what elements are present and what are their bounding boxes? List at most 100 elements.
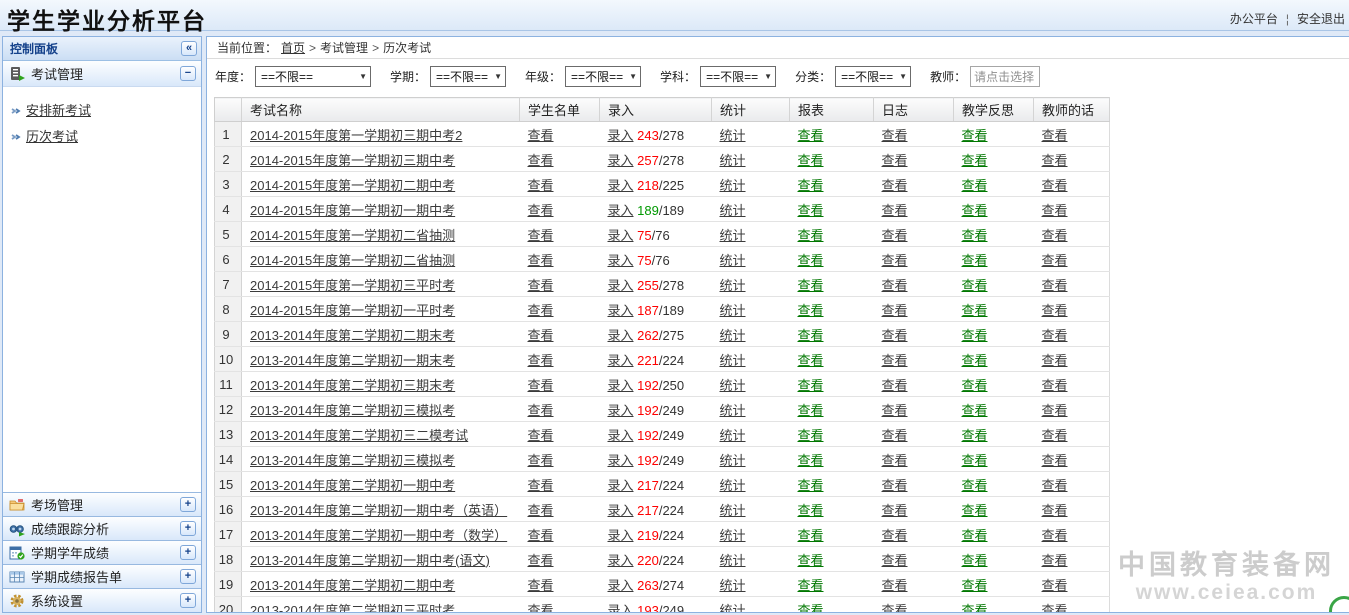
- log-view-link[interactable]: 查看: [882, 378, 908, 393]
- report-view-link[interactable]: 查看: [798, 403, 824, 418]
- collapse-section-button[interactable]: −: [180, 66, 196, 81]
- exam-name-link[interactable]: 2013-2014年度第二学期初三模拟考: [250, 453, 455, 468]
- report-view-link[interactable]: 查看: [798, 328, 824, 343]
- stats-link[interactable]: 统计: [720, 278, 746, 293]
- entry-link[interactable]: 录入: [608, 253, 634, 268]
- entry-link[interactable]: 录入: [608, 378, 634, 393]
- student-list-view-link[interactable]: 查看: [528, 228, 554, 243]
- log-view-link[interactable]: 查看: [882, 253, 908, 268]
- entry-link[interactable]: 录入: [608, 403, 634, 418]
- teacher-picker-input[interactable]: [970, 66, 1040, 87]
- log-view-link[interactable]: 查看: [882, 228, 908, 243]
- entry-link[interactable]: 录入: [608, 578, 634, 593]
- teacher-words-view-link[interactable]: 查看: [1042, 128, 1068, 143]
- stats-link[interactable]: 统计: [720, 403, 746, 418]
- expand-section-button[interactable]: +: [180, 521, 196, 536]
- log-view-link[interactable]: 查看: [882, 578, 908, 593]
- log-view-link[interactable]: 查看: [882, 503, 908, 518]
- logout-link[interactable]: 安全退出: [1297, 12, 1345, 26]
- sidebar-item-label[interactable]: 安排新考试: [26, 100, 91, 119]
- teacher-words-view-link[interactable]: 查看: [1042, 478, 1068, 493]
- stats-link[interactable]: 统计: [720, 503, 746, 518]
- sidebar-item-label[interactable]: 历次考试: [26, 126, 78, 145]
- report-view-link[interactable]: 查看: [798, 128, 824, 143]
- teacher-words-view-link[interactable]: 查看: [1042, 303, 1068, 318]
- student-list-view-link[interactable]: 查看: [528, 578, 554, 593]
- stats-link[interactable]: 统计: [720, 353, 746, 368]
- subject-select[interactable]: ==不限== ▼: [700, 66, 776, 87]
- report-view-link[interactable]: 查看: [798, 228, 824, 243]
- student-list-view-link[interactable]: 查看: [528, 453, 554, 468]
- expand-section-button[interactable]: +: [180, 545, 196, 560]
- reflection-view-link[interactable]: 查看: [962, 253, 988, 268]
- reflection-view-link[interactable]: 查看: [962, 228, 988, 243]
- report-view-link[interactable]: 查看: [798, 203, 824, 218]
- term-select[interactable]: ==不限== ▼: [430, 66, 506, 87]
- grade-select[interactable]: ==不限== ▼: [565, 66, 641, 87]
- exam-name-link[interactable]: 2013-2014年度第二学期初一期中考（数学）: [250, 528, 507, 543]
- log-view-link[interactable]: 查看: [882, 453, 908, 468]
- student-list-view-link[interactable]: 查看: [528, 253, 554, 268]
- exam-name-link[interactable]: 2013-2014年度第二学期初一期末考: [250, 353, 455, 368]
- sidebar-section-system-settings[interactable]: 系统设置 +: [3, 588, 201, 612]
- exam-name-link[interactable]: 2013-2014年度第二学期初二期末考: [250, 328, 455, 343]
- stats-link[interactable]: 统计: [720, 528, 746, 543]
- log-view-link[interactable]: 查看: [882, 153, 908, 168]
- log-view-link[interactable]: 查看: [882, 203, 908, 218]
- reflection-view-link[interactable]: 查看: [962, 278, 988, 293]
- sidebar-section-exam-management[interactable]: 考试管理 −: [3, 61, 201, 87]
- teacher-words-view-link[interactable]: 查看: [1042, 178, 1068, 193]
- report-view-link[interactable]: 查看: [798, 378, 824, 393]
- report-view-link[interactable]: 查看: [798, 578, 824, 593]
- teacher-words-view-link[interactable]: 查看: [1042, 553, 1068, 568]
- exam-name-link[interactable]: 2013-2014年度第二学期初一期中考(语文): [250, 553, 490, 568]
- log-view-link[interactable]: 查看: [882, 328, 908, 343]
- student-list-view-link[interactable]: 查看: [528, 428, 554, 443]
- stats-link[interactable]: 统计: [720, 303, 746, 318]
- reflection-view-link[interactable]: 查看: [962, 428, 988, 443]
- entry-link[interactable]: 录入: [608, 453, 634, 468]
- report-view-link[interactable]: 查看: [798, 503, 824, 518]
- category-select[interactable]: ==不限== ▼: [835, 66, 911, 87]
- report-view-link[interactable]: 查看: [798, 178, 824, 193]
- student-list-view-link[interactable]: 查看: [528, 603, 554, 614]
- log-view-link[interactable]: 查看: [882, 178, 908, 193]
- sidebar-section-exam-room-management[interactable]: 考场管理 +: [3, 492, 201, 516]
- stats-link[interactable]: 统计: [720, 328, 746, 343]
- student-list-view-link[interactable]: 查看: [528, 203, 554, 218]
- teacher-words-view-link[interactable]: 查看: [1042, 278, 1068, 293]
- log-view-link[interactable]: 查看: [882, 478, 908, 493]
- report-view-link[interactable]: 查看: [798, 478, 824, 493]
- report-view-link[interactable]: 查看: [798, 153, 824, 168]
- student-list-view-link[interactable]: 查看: [528, 553, 554, 568]
- student-list-view-link[interactable]: 查看: [528, 353, 554, 368]
- reflection-view-link[interactable]: 查看: [962, 328, 988, 343]
- log-view-link[interactable]: 查看: [882, 303, 908, 318]
- stats-link[interactable]: 统计: [720, 453, 746, 468]
- year-select[interactable]: ==不限== ▼: [255, 66, 371, 87]
- entry-link[interactable]: 录入: [608, 303, 634, 318]
- student-list-view-link[interactable]: 查看: [528, 128, 554, 143]
- reflection-view-link[interactable]: 查看: [962, 453, 988, 468]
- exam-name-link[interactable]: 2014-2015年度第一学期初二省抽测: [250, 253, 455, 268]
- entry-link[interactable]: 录入: [608, 153, 634, 168]
- entry-link[interactable]: 录入: [608, 503, 634, 518]
- report-view-link[interactable]: 查看: [798, 553, 824, 568]
- sidebar-item-schedule-new-exam[interactable]: 安排新考试: [11, 96, 201, 122]
- stats-link[interactable]: 统计: [720, 378, 746, 393]
- exam-name-link[interactable]: 2013-2014年度第二学期初一期中考（英语）: [250, 503, 507, 518]
- reflection-view-link[interactable]: 查看: [962, 503, 988, 518]
- entry-link[interactable]: 录入: [608, 553, 634, 568]
- reflection-view-link[interactable]: 查看: [962, 178, 988, 193]
- student-list-view-link[interactable]: 查看: [528, 478, 554, 493]
- entry-link[interactable]: 录入: [608, 328, 634, 343]
- log-view-link[interactable]: 查看: [882, 603, 908, 614]
- sidebar-section-term-report-card[interactable]: 学期成绩报告单 +: [3, 564, 201, 588]
- stats-link[interactable]: 统计: [720, 178, 746, 193]
- teacher-words-view-link[interactable]: 查看: [1042, 453, 1068, 468]
- stats-link[interactable]: 统计: [720, 553, 746, 568]
- report-view-link[interactable]: 查看: [798, 528, 824, 543]
- reflection-view-link[interactable]: 查看: [962, 128, 988, 143]
- student-list-view-link[interactable]: 查看: [528, 503, 554, 518]
- student-list-view-link[interactable]: 查看: [528, 378, 554, 393]
